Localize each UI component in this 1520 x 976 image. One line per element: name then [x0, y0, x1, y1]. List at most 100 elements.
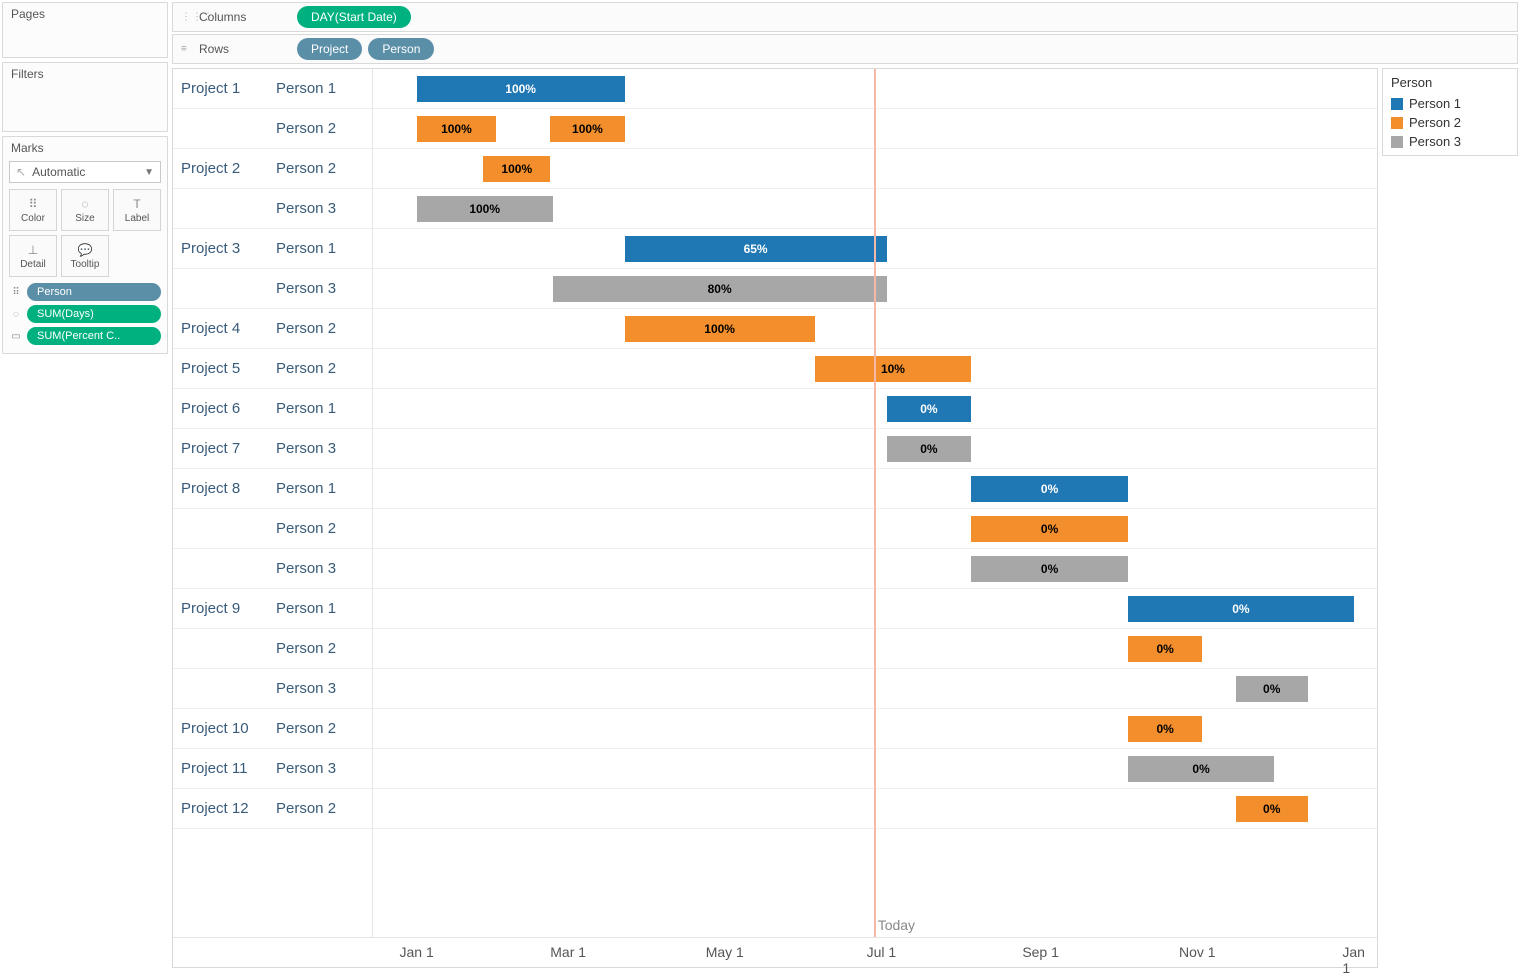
- chevron-down-icon: ▼: [144, 167, 154, 178]
- chart-area[interactable]: Project 1Person 1Person 2Project 2Person…: [173, 69, 1377, 937]
- gantt-bar[interactable]: 0%: [1236, 796, 1308, 822]
- person-label: Person 3: [276, 680, 336, 697]
- gantt-bar[interactable]: 0%: [971, 476, 1128, 502]
- project-label: Project 10: [181, 720, 276, 737]
- mark-size-button[interactable]: ◌Size: [61, 189, 109, 231]
- person-label: Person 2: [276, 520, 336, 537]
- x-tick-label: Sep 1: [1022, 944, 1059, 960]
- row-header: Project 5Person 2: [173, 349, 372, 389]
- project-label: Project 5: [181, 360, 276, 377]
- gantt-bar[interactable]: 80%: [553, 276, 887, 302]
- legend-swatch: [1391, 117, 1403, 129]
- color-icon: ⠿: [29, 197, 38, 211]
- app-root: Pages Filters Marks ↖ Automatic ▼ ⠿Color…: [0, 0, 1520, 970]
- row-header: Person 2: [173, 509, 372, 549]
- person-label: Person 1: [276, 400, 336, 417]
- person-label: Person 1: [276, 480, 336, 497]
- grip-icon: ≡: [181, 44, 188, 55]
- row-header: Project 4Person 2: [173, 309, 372, 349]
- person-label: Person 1: [276, 600, 336, 617]
- gantt-bar[interactable]: 0%: [1128, 596, 1354, 622]
- field-pill[interactable]: DAY(Start Date): [297, 6, 411, 28]
- color-legend[interactable]: Person Person 1Person 2Person 3: [1382, 68, 1518, 156]
- project-label: Project 4: [181, 320, 276, 337]
- project-label: Project 7: [181, 440, 276, 457]
- shelf-pill[interactable]: SUM(Percent C..: [27, 327, 161, 345]
- pages-shelf[interactable]: Pages: [2, 2, 168, 58]
- mark-label-button[interactable]: TLabel: [113, 189, 161, 231]
- pages-title: Pages: [3, 3, 167, 25]
- field-pill[interactable]: Person: [368, 38, 434, 60]
- marks-card: Marks ↖ Automatic ▼ ⠿Color◌SizeTLabel ⊥De…: [2, 136, 168, 354]
- row-header: Project 3Person 1: [173, 229, 372, 269]
- marks-title: Marks: [3, 137, 167, 159]
- field-pill[interactable]: Project: [297, 38, 362, 60]
- row-header: Project 11Person 3: [173, 749, 372, 789]
- today-reference-line: [874, 69, 876, 937]
- gantt-bar[interactable]: 100%: [483, 156, 550, 182]
- columns-shelf[interactable]: ⋮⋮⋮ Columns DAY(Start Date): [172, 2, 1518, 32]
- shelf-icon: ◌: [9, 309, 23, 320]
- gantt-bar[interactable]: 0%: [971, 556, 1128, 582]
- person-label: Person 2: [276, 720, 336, 737]
- person-label: Person 3: [276, 200, 336, 217]
- marks-type-label: Automatic: [32, 165, 85, 179]
- gantt-bar[interactable]: 10%: [815, 356, 972, 382]
- gantt-area: 100%100%100%100%100%65%80%100%10%0%0%0%0…: [373, 69, 1377, 937]
- mark-detail-button[interactable]: ⊥Detail: [9, 235, 57, 277]
- worksheet: Project 1Person 1Person 2Project 2Person…: [172, 68, 1518, 968]
- mark-color-button[interactable]: ⠿Color: [9, 189, 57, 231]
- gantt-bar[interactable]: 0%: [1128, 756, 1274, 782]
- row-header: Project 10Person 2: [173, 709, 372, 749]
- marks-buttons: ⠿Color◌SizeTLabel ⊥Detail💬Tooltip: [3, 189, 167, 277]
- row-header: Project 9Person 1: [173, 589, 372, 629]
- mark-tooltip-button[interactable]: 💬Tooltip: [61, 235, 109, 277]
- legend-item[interactable]: Person 3: [1391, 132, 1509, 151]
- shelf-pill[interactable]: Person: [27, 283, 161, 301]
- columns-body: DAY(Start Date): [291, 6, 1517, 28]
- person-label: Person 1: [276, 240, 336, 257]
- row-header: Person 3: [173, 189, 372, 229]
- gantt-bar[interactable]: 0%: [887, 436, 972, 462]
- project-label: Project 3: [181, 240, 276, 257]
- gantt-bar[interactable]: 0%: [1128, 716, 1202, 742]
- row-header: Project 6Person 1: [173, 389, 372, 429]
- filters-title: Filters: [3, 63, 167, 85]
- row-header: Person 3: [173, 549, 372, 589]
- gantt-bar[interactable]: 0%: [887, 396, 972, 422]
- gantt-bar[interactable]: 100%: [625, 316, 815, 342]
- side-panels: Pages Filters Marks ↖ Automatic ▼ ⠿Color…: [0, 0, 170, 970]
- gantt-bar[interactable]: 0%: [1236, 676, 1308, 702]
- legend-item[interactable]: Person 2: [1391, 113, 1509, 132]
- marks-type-dropdown[interactable]: ↖ Automatic ▼: [9, 161, 161, 183]
- person-label: Person 3: [276, 280, 336, 297]
- project-label: Project 8: [181, 480, 276, 497]
- viz-container: Project 1Person 1Person 2Project 2Person…: [172, 68, 1378, 968]
- shelf-pill[interactable]: SUM(Days): [27, 305, 161, 323]
- person-label: Person 2: [276, 360, 336, 377]
- row-header: Project 12Person 2: [173, 789, 372, 829]
- x-ticks: Jan 1Mar 1May 1Jul 1Sep 1Nov 1Jan 1: [373, 938, 1377, 967]
- x-tick-label: Jan 1: [1342, 944, 1365, 976]
- legend-item[interactable]: Person 1: [1391, 94, 1509, 113]
- filters-shelf[interactable]: Filters: [2, 62, 168, 132]
- gantt-bar[interactable]: 0%: [1128, 636, 1202, 662]
- row-headers: Project 1Person 1Person 2Project 2Person…: [173, 69, 373, 937]
- gantt-bar[interactable]: 100%: [417, 196, 553, 222]
- marks-shelf-pills: ⠿ Person◌ SUM(Days)▭ SUM(Percent C..: [3, 277, 167, 345]
- row-header: Project 7Person 3: [173, 429, 372, 469]
- gantt-bar[interactable]: 100%: [417, 76, 625, 102]
- row-header: Project 2Person 2: [173, 149, 372, 189]
- gantt-bar[interactable]: 65%: [625, 236, 887, 262]
- gantt-bar[interactable]: 100%: [550, 116, 624, 142]
- person-label: Person 2: [276, 320, 336, 337]
- row-header: Project 8Person 1: [173, 469, 372, 509]
- rows-shelf[interactable]: ≡ Rows ProjectPerson: [172, 34, 1518, 64]
- detail-icon: ⊥: [28, 243, 38, 257]
- person-label: Person 2: [276, 800, 336, 817]
- shelf-icon: ▭: [9, 331, 23, 342]
- gantt-bar[interactable]: 100%: [417, 116, 497, 142]
- gantt-bar[interactable]: 0%: [971, 516, 1128, 542]
- legend-swatch: [1391, 136, 1403, 148]
- person-label: Person 3: [276, 440, 336, 457]
